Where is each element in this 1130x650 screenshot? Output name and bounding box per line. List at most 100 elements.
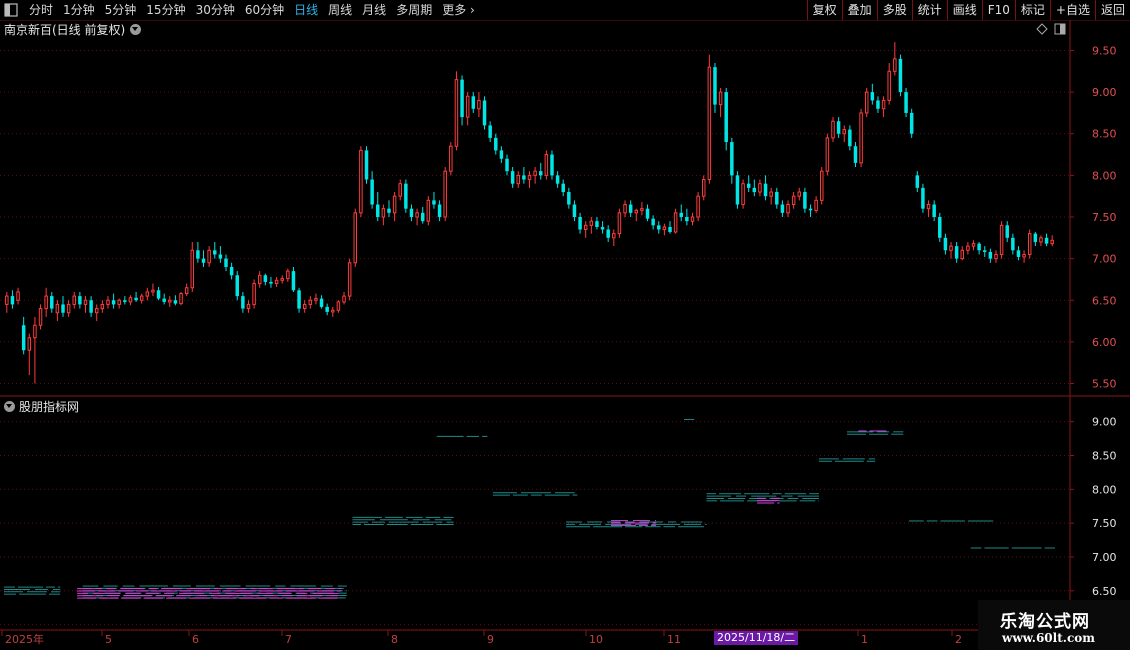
time-tick-label: 10 <box>589 633 603 646</box>
candle-body-up <box>690 216 695 222</box>
candle-body-up <box>331 309 335 313</box>
candle-body-up <box>701 179 706 197</box>
candle-body-down <box>606 229 610 238</box>
indicator-tick-label: 9.00 <box>1092 416 1117 429</box>
candle-body-down <box>668 226 672 232</box>
candle-body-down <box>628 204 633 213</box>
candle-body-up <box>274 279 279 285</box>
candle-body-up <box>707 66 712 181</box>
candle-body-down <box>746 183 751 188</box>
candle-body-down <box>735 175 740 205</box>
candle-body-up <box>257 274 262 285</box>
candle-body-up <box>426 199 431 222</box>
candle-body-down <box>460 79 464 118</box>
candle-body-down <box>269 281 273 284</box>
candle-body-up <box>831 120 835 139</box>
candle-body-up <box>758 183 762 193</box>
candle-body-up <box>741 183 745 206</box>
candle-body-up <box>533 170 537 176</box>
candle-body-down <box>78 296 82 305</box>
candle-body-up <box>617 212 622 235</box>
price-tick-label: 7.50 <box>1092 211 1117 224</box>
candle-body-down <box>482 100 487 126</box>
candle-body-up <box>66 303 71 314</box>
candle-body-up <box>38 308 43 326</box>
candle-body-up <box>612 233 616 239</box>
candle-body-down <box>1044 237 1049 244</box>
candle-body-down <box>1005 225 1009 238</box>
time-tick-label: 6 <box>192 633 199 646</box>
candle-body-up <box>769 191 773 197</box>
candle-body-down <box>229 266 234 276</box>
candle-body-up <box>516 174 521 185</box>
candle-body-up <box>887 70 891 101</box>
candle-body-down <box>876 100 880 109</box>
candle-body-up <box>864 91 869 114</box>
candle-body-down <box>1016 250 1021 257</box>
candle-body-up <box>1050 239 1054 245</box>
candle-body-up <box>465 95 470 118</box>
main-chart-header: 南京新百(日线 前复权) <box>0 20 1070 38</box>
candle-body-down <box>808 208 813 211</box>
candle-body-down <box>943 237 948 251</box>
time-tick-label: 8 <box>391 633 398 646</box>
candle-body-down <box>763 183 768 197</box>
chevron-down-icon[interactable] <box>4 400 15 412</box>
diamond-icon[interactable] <box>1036 23 1048 35</box>
candle-body-down <box>224 258 228 267</box>
candle-body-down <box>595 221 599 227</box>
candle-body-up <box>634 209 639 214</box>
candle-body-down <box>685 217 689 222</box>
candle-body-up <box>583 224 588 230</box>
candle-body-down <box>983 250 987 252</box>
time-tick-label: 2025年 <box>5 632 44 646</box>
candle-body-down <box>162 298 166 302</box>
candle-body-up <box>27 337 32 351</box>
candle-body-up <box>145 291 150 297</box>
candle-body-up <box>971 243 976 247</box>
candle-body-up <box>859 112 863 164</box>
candle-body-down <box>780 204 785 213</box>
candle-body-down <box>111 300 116 305</box>
candle-body-down <box>1033 233 1038 242</box>
candle-body-down <box>679 212 683 217</box>
candle-body-down <box>898 58 903 93</box>
candle-body-down <box>370 179 374 205</box>
candle-body-up <box>72 295 76 305</box>
candle-body-up <box>359 149 363 214</box>
candle-body-up <box>16 291 20 301</box>
candle-body-up <box>960 249 965 260</box>
candle-body-up <box>1039 237 1043 243</box>
time-tick-label: 2 <box>955 633 962 646</box>
candle-body-up <box>392 195 397 214</box>
candle-body-down <box>522 175 526 180</box>
candle-body-up <box>44 295 48 310</box>
candle-body-down <box>572 204 577 217</box>
time-tick-label: 5 <box>105 633 112 646</box>
candle-body-down <box>499 150 504 159</box>
chevron-down-icon[interactable] <box>130 23 142 35</box>
kline-chart[interactable]: 9.50 9.00 8.50 8.00 7.50 7.00 6.50 6.00 5.50 9.00… <box>0 0 1130 650</box>
candle-body-down <box>201 258 206 263</box>
watermark-title: 乐淘公式网 <box>1000 612 1090 632</box>
candle-body-down <box>218 254 223 259</box>
candle-body-down <box>921 187 925 209</box>
candle-body-down <box>134 297 138 301</box>
layout-icon[interactable] <box>1054 23 1066 35</box>
candle-body-down <box>325 306 329 312</box>
candle-body-down <box>409 208 414 217</box>
candle-body-up <box>820 170 824 201</box>
price-tick-label: 8.00 <box>1092 169 1117 182</box>
indicator-tick-label: 6.50 <box>1092 585 1117 598</box>
candle-body-up <box>443 170 447 218</box>
candle-body-up <box>336 301 341 311</box>
candle-body-up <box>398 183 402 197</box>
candle-body-down <box>954 246 959 259</box>
candle-body-down <box>904 92 908 113</box>
candle-body-up <box>184 287 189 295</box>
candle-body-up <box>893 58 897 72</box>
candle-body-up <box>168 299 172 303</box>
candle-body-up <box>791 195 796 206</box>
indicator-tick-label: 7.50 <box>1092 517 1117 530</box>
indicator-title: 股朋指标网 <box>19 399 80 414</box>
